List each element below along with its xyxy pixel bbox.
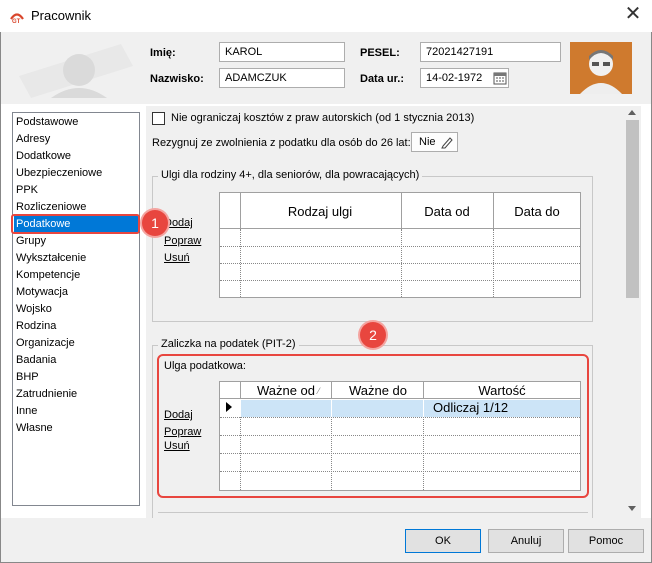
scroll-down-icon[interactable]: [628, 506, 636, 511]
help-button[interactable]: Pomoc: [568, 529, 644, 553]
employee-header: Imię: KAROL Nazwisko: ADAMCZUK PESEL: 72…: [1, 32, 651, 104]
watermark-person-icon: [11, 36, 136, 100]
ulgi-col-rodzaj[interactable]: Rodzaj ulgi: [240, 204, 400, 219]
ulgi-table[interactable]: Rodzaj ulgi Data od Data do: [219, 192, 581, 298]
sidebar-item-dodatkowe[interactable]: Dodatkowe: [14, 148, 140, 165]
data-ur-label: Data ur.:: [360, 73, 405, 85]
close-icon[interactable]: ✕: [620, 3, 646, 27]
sidebar-item-wyksztalcenie[interactable]: Wykształcenie: [14, 250, 140, 267]
zaliczka-group-title: Zaliczka na podatek (PIT-2): [158, 338, 299, 350]
sidebar-item-adresy[interactable]: Adresy: [14, 131, 140, 148]
annotation-badge-2: 2: [360, 322, 386, 348]
imie-label: Imię:: [150, 47, 176, 59]
sidebar-item-wojsko[interactable]: Wojsko: [14, 301, 140, 318]
zwolnienie-value: Nie: [419, 136, 436, 148]
sidebar-item-badania[interactable]: Badania: [14, 352, 140, 369]
sidebar-item-ubezpieczeniowe[interactable]: Ubezpieczeniowe: [14, 165, 140, 182]
pencil-icon: [440, 135, 454, 149]
sidebar-nav: Podstawowe Adresy Dodatkowe Ubezpieczeni…: [12, 112, 140, 506]
imie-field[interactable]: KAROL: [219, 42, 345, 62]
pesel-label: PESEL:: [360, 47, 400, 59]
help-button-label: Pomoc: [588, 535, 624, 547]
sidebar-item-organizacje[interactable]: Organizacje: [14, 335, 140, 352]
nazwisko-label: Nazwisko:: [150, 73, 204, 85]
ok-button-label: OK: [435, 535, 451, 547]
app-logo-icon: GT: [9, 8, 25, 25]
zwolnienie-select[interactable]: Nie: [411, 132, 458, 152]
zwolnienie-label: Rezygnuj ze zwolnienia z podatku dla osó…: [152, 137, 411, 149]
sidebar-highlight-frame: [11, 214, 140, 234]
scroll-up-icon[interactable]: [628, 110, 636, 115]
ulgi-add-link[interactable]: Dodaj: [164, 217, 193, 229]
ulgi-edit-link[interactable]: Popraw: [164, 235, 201, 247]
employee-avatar[interactable]: [570, 42, 632, 94]
content-scrollbar[interactable]: [624, 106, 641, 518]
autorskie-checkbox-label: Nie ograniczaj kosztów z praw autorskich…: [171, 112, 475, 124]
sidebar-item-grupy[interactable]: Grupy: [14, 233, 140, 250]
autorskie-checkbox[interactable]: [152, 112, 165, 125]
sidebar-item-rodzina[interactable]: Rodzina: [14, 318, 140, 335]
annotation-badge-1: 1: [142, 210, 168, 236]
ulgi-delete-link[interactable]: Usuń: [164, 252, 190, 264]
cancel-button-label: Anuluj: [510, 535, 542, 547]
ulgi-group-title: Ulgi dla rodziny 4+, dla seniorów, dla p…: [158, 169, 423, 181]
cancel-button[interactable]: Anuluj: [488, 529, 564, 553]
sidebar-item-motywacja[interactable]: Motywacja: [14, 284, 140, 301]
scroll-thumb[interactable]: [626, 120, 639, 298]
ulgi-col-data-do[interactable]: Data do: [494, 204, 580, 219]
ok-button[interactable]: OK: [405, 529, 481, 553]
window-title: Pracownik: [31, 8, 91, 23]
nazwisko-field[interactable]: ADAMCZUK: [219, 68, 345, 88]
sidebar-item-kompetencje[interactable]: Kompetencje: [14, 267, 140, 284]
svg-text:GT: GT: [12, 19, 21, 24]
pesel-field[interactable]: 72021427191: [420, 42, 561, 62]
dialog-footer: OK Anuluj Pomoc: [1, 518, 651, 562]
sidebar-item-inne[interactable]: Inne: [14, 403, 140, 420]
title-bar: GT Pracownik ✕: [0, 0, 652, 32]
sidebar-item-bhp[interactable]: BHP: [14, 369, 140, 386]
sidebar-item-wlasne[interactable]: Własne: [14, 420, 140, 437]
zaliczka-highlight-frame: [157, 354, 589, 498]
sidebar-item-ppk[interactable]: PPK: [14, 182, 140, 199]
sidebar-item-zatrudnienie[interactable]: Zatrudnienie: [14, 386, 140, 403]
sidebar-item-podstawowe[interactable]: Podstawowe: [14, 114, 140, 131]
calendar-icon[interactable]: [493, 71, 507, 85]
ulgi-col-data-od[interactable]: Data od: [402, 204, 492, 219]
